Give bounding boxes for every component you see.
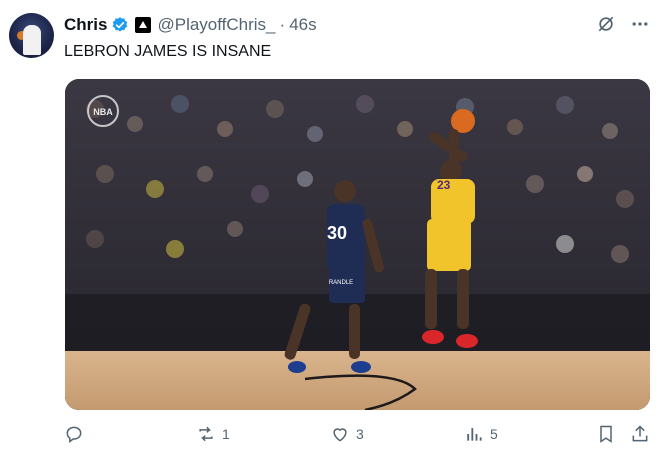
separator-dot: · [279,15,286,34]
post-time[interactable]: 46s [289,15,316,35]
affiliate-icon[interactable] [135,17,152,33]
repost-count: 1 [222,426,230,442]
player-figure [23,25,41,55]
verified-badge-icon [111,16,129,34]
shooter-number: 23 [437,178,451,192]
reply-button[interactable] [64,424,90,444]
like-button[interactable]: 3 [330,424,364,444]
bookmark-icon [600,425,612,443]
author-handle[interactable]: @PlayoffChris_ [157,15,275,35]
repost-button[interactable]: 1 [196,424,230,444]
bookmark-button[interactable] [596,424,616,444]
like-count: 3 [356,426,364,442]
views-icon [467,428,482,441]
tweet-action-bar: 1 3 5 [0,424,660,446]
tweet-top-actions [596,14,650,34]
share-icon [632,425,648,442]
defender-number: 30 [327,223,347,243]
like-icon [333,428,347,442]
repost-icon [199,426,213,442]
grok-icon[interactable] [596,14,616,34]
watermark-text: NBA [93,107,113,117]
author-avatar[interactable] [9,13,54,58]
tweet-header: Chris @PlayoffChris_ · 46s [64,14,317,36]
tweet-video[interactable]: NBA 30 RANDLE 23 [65,79,650,410]
views-button[interactable]: 5 [464,424,498,444]
reply-icon [66,426,82,443]
defender-name: RANDLE [329,280,353,286]
share-button[interactable] [630,424,650,444]
views-count: 5 [490,426,498,442]
tweet-text: LEBRON JAMES IS INSANE [64,43,272,60]
court-floor [65,351,650,410]
author-name[interactable]: Chris [64,15,107,35]
more-icon[interactable] [630,14,650,34]
